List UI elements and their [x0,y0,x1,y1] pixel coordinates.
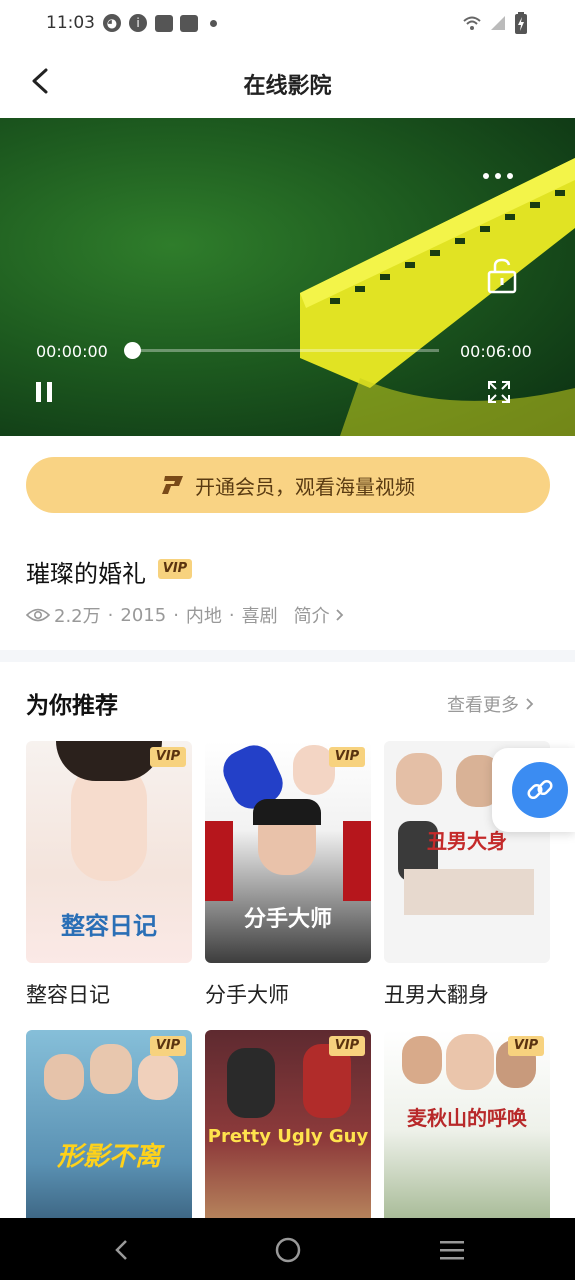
system-navigation-bar [0,1218,575,1280]
vip-badge: VIP [158,559,192,579]
poster-title: 形影不离 [56,1142,161,1172]
nav-menu-icon[interactable] [438,1238,466,1262]
chevron-right-icon [336,609,343,621]
vip-badge: VIP [150,1036,186,1056]
vip-badge: VIP [329,1036,365,1056]
top-bar: 在线影院 [0,48,575,116]
more-options-button[interactable] [483,170,517,182]
poster-face-graphic [396,753,442,805]
status-bar: 11:03 ◕ i [0,0,575,48]
status-mail-icon [155,15,173,32]
nav-home-icon[interactable] [274,1236,302,1264]
dot-icon [507,173,513,179]
nav-back-icon[interactable] [112,1238,132,1262]
share-link-button[interactable] [492,748,575,832]
intro-label: 简介 [293,606,330,627]
poster-title: Pretty Ugly Guy [207,1126,369,1147]
poster-face-graphic [90,1044,132,1094]
poster-figure-graphic [227,1048,275,1118]
vip-logo-icon [162,476,183,494]
intro-link[interactable]: 简介 [294,602,346,628]
see-more-link[interactable]: 查看更多 [447,691,537,717]
pause-button[interactable] [34,380,54,404]
movie-meta: 2.2万 · 2015 · 内地 · 喜剧 简介 [26,602,346,628]
poster-face-graphic [402,1036,442,1084]
card-title: 丑男大翻身 [384,983,489,1007]
fullscreen-button[interactable] [487,380,511,404]
vip-badge: VIP [508,1036,544,1056]
view-count: 2.2万 [54,606,101,627]
battery-icon [515,12,527,34]
hair-graphic [56,741,162,781]
signal-icon [491,16,505,30]
movie-poster: 整容日记 VIP [26,741,192,963]
progress-track[interactable] [132,349,439,352]
poster-face-graphic [138,1054,178,1100]
eye-icon [26,608,50,622]
dot-icon [483,173,489,179]
status-compass-icon: ◕ [103,14,121,32]
poster-title: 麦秋山的呼唤 [407,1106,527,1130]
section-title: 为你推荐 [26,693,118,719]
movie-title: 璀璨的婚礼 [26,560,146,588]
vip-badge: VIP [150,747,186,767]
wifi-icon [463,16,481,30]
movie-poster: 分手大师 VIP [205,741,371,963]
poster-left-banner [205,821,233,901]
vip-badge: VIP [329,747,365,767]
movie-year: 2015 [120,604,167,626]
poster-face-graphic [44,1054,84,1100]
dot-icon [495,173,501,179]
poster-title: 整容日记 [61,912,157,940]
status-time: 11:03 [46,13,95,33]
card-title: 整容日记 [26,983,110,1007]
video-player[interactable]: 00:00:00 00:06:00 [0,118,575,436]
vip-banner-text: 开通会员，观看海量视频 [195,474,415,499]
poster-title: 分手大师 [243,907,332,932]
chevron-right-icon [526,698,534,710]
vip-membership-button[interactable]: 开通会员，观看海量视频 [26,457,550,513]
poster-face-graphic [446,1034,494,1090]
poster-right-banner [343,821,371,901]
section-divider [0,650,575,662]
progress-knob[interactable] [124,342,141,359]
poster-hair-graphic [253,799,321,825]
unlock-icon[interactable] [486,258,518,294]
see-more-label: 查看更多 [447,695,519,716]
page-title: 在线影院 [243,74,332,99]
card-title: 分手大师 [205,983,289,1007]
current-time: 00:00:00 [36,342,108,361]
movie-region: 内地 [185,606,222,627]
status-mail-icon [180,15,198,32]
poster-figures-graphic [404,869,534,915]
movie-genre: 喜剧 [241,606,278,627]
status-info-icon: i [129,14,147,32]
total-time: 00:06:00 [460,342,532,361]
link-icon [527,779,553,800]
status-dot-icon [210,20,217,27]
